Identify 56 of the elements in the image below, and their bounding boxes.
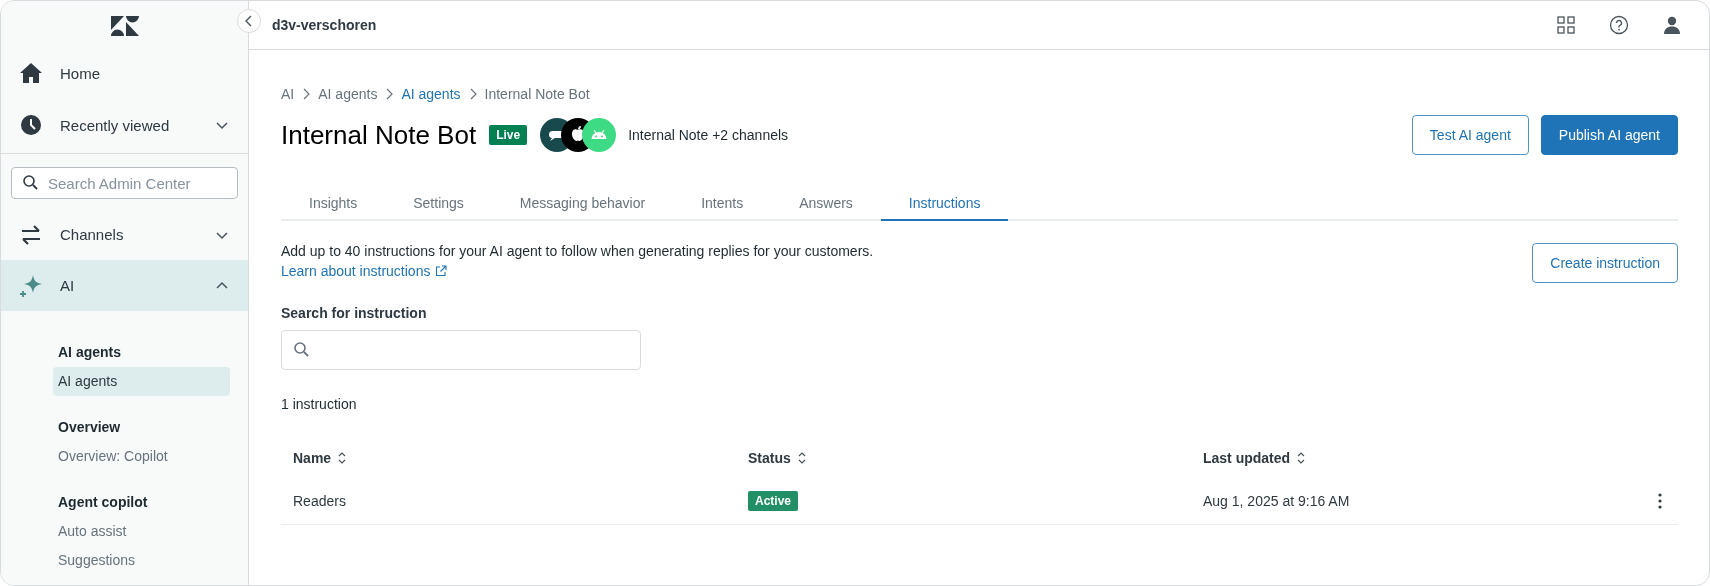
channels-label: Internal Note +2 channels bbox=[628, 127, 789, 143]
home-icon bbox=[19, 61, 43, 85]
nav-item[interactable]: Recently viewed bbox=[1, 99, 248, 151]
status-badge: Active bbox=[748, 491, 799, 511]
logo-icon bbox=[110, 16, 139, 36]
nav-item[interactable]: AI bbox=[1, 260, 248, 311]
tab[interactable]: Messaging behavior bbox=[491, 187, 674, 221]
sidebar-link[interactable]: Overview: Copilot bbox=[53, 442, 230, 471]
tab[interactable]: Settings bbox=[385, 187, 492, 221]
tab[interactable]: Answers bbox=[771, 187, 881, 221]
tab[interactable]: Insights bbox=[281, 187, 386, 221]
nav-item[interactable]: Home bbox=[1, 47, 248, 99]
section-heading: AI agents bbox=[57, 343, 122, 362]
learn-link[interactable]: Learn about instructions bbox=[281, 263, 448, 279]
help-icon bbox=[1609, 15, 1629, 35]
clock-icon bbox=[19, 113, 43, 137]
breadcrumb: Internal Note Bot bbox=[484, 86, 590, 102]
section-heading: Overview bbox=[57, 418, 122, 437]
tab[interactable]: Intents bbox=[673, 187, 772, 221]
robot-icon bbox=[582, 118, 617, 152]
kebab-icon bbox=[1658, 493, 1662, 509]
chevron-right-icon bbox=[468, 88, 477, 100]
external-link-icon bbox=[435, 265, 448, 277]
search-field[interactable]: Search Admin Center bbox=[11, 167, 238, 199]
grid-icon bbox=[1557, 16, 1575, 34]
chevron-right-icon bbox=[385, 88, 394, 100]
create-button[interactable]: Create instruction bbox=[1532, 243, 1678, 283]
search-field[interactable] bbox=[281, 330, 641, 370]
tab[interactable]: Instructions bbox=[880, 187, 1009, 221]
column-header[interactable]: Name bbox=[293, 450, 349, 466]
breadcrumb-link[interactable]: AI agents bbox=[401, 86, 461, 102]
table-cell-text: Aug 1, 2025 at 9:16 AM bbox=[1203, 493, 1351, 509]
section-heading: Agent copilot bbox=[57, 493, 149, 512]
status-badge: Live bbox=[489, 125, 528, 145]
sidebar-link[interactable]: Suggestions bbox=[53, 546, 230, 575]
publish-button[interactable]: Publish AI agent bbox=[1540, 115, 1678, 155]
person-icon bbox=[1663, 16, 1681, 34]
workspace-name: d3v-verschoren bbox=[272, 17, 377, 33]
field-label: Search for instruction bbox=[281, 305, 428, 321]
page-title: Internal Note Bot bbox=[281, 119, 477, 151]
column-header[interactable]: Last updated bbox=[1203, 450, 1308, 466]
chevron-left-icon bbox=[244, 15, 254, 27]
chevron-right-icon bbox=[302, 88, 311, 100]
search-icon bbox=[293, 341, 311, 359]
breadcrumb: AI agents bbox=[318, 86, 378, 102]
result-count: 1 instruction bbox=[281, 396, 358, 412]
column-header[interactable]: Status bbox=[748, 450, 808, 466]
description-text: Add up to 40 instructions for your AI agent to follow when generating replies for your customers. bbox=[281, 243, 874, 259]
sidebar-link[interactable]: Auto assist bbox=[53, 517, 230, 546]
nav-item[interactable]: Channels bbox=[1, 209, 248, 260]
table-cell-text: Readers bbox=[293, 493, 347, 509]
arrows-icon bbox=[19, 222, 43, 247]
sidebar-link[interactable]: AI agents bbox=[53, 367, 230, 396]
test-button[interactable]: Test AI agent bbox=[1411, 115, 1529, 155]
search-icon bbox=[22, 174, 40, 192]
breadcrumb: AI bbox=[281, 86, 295, 102]
